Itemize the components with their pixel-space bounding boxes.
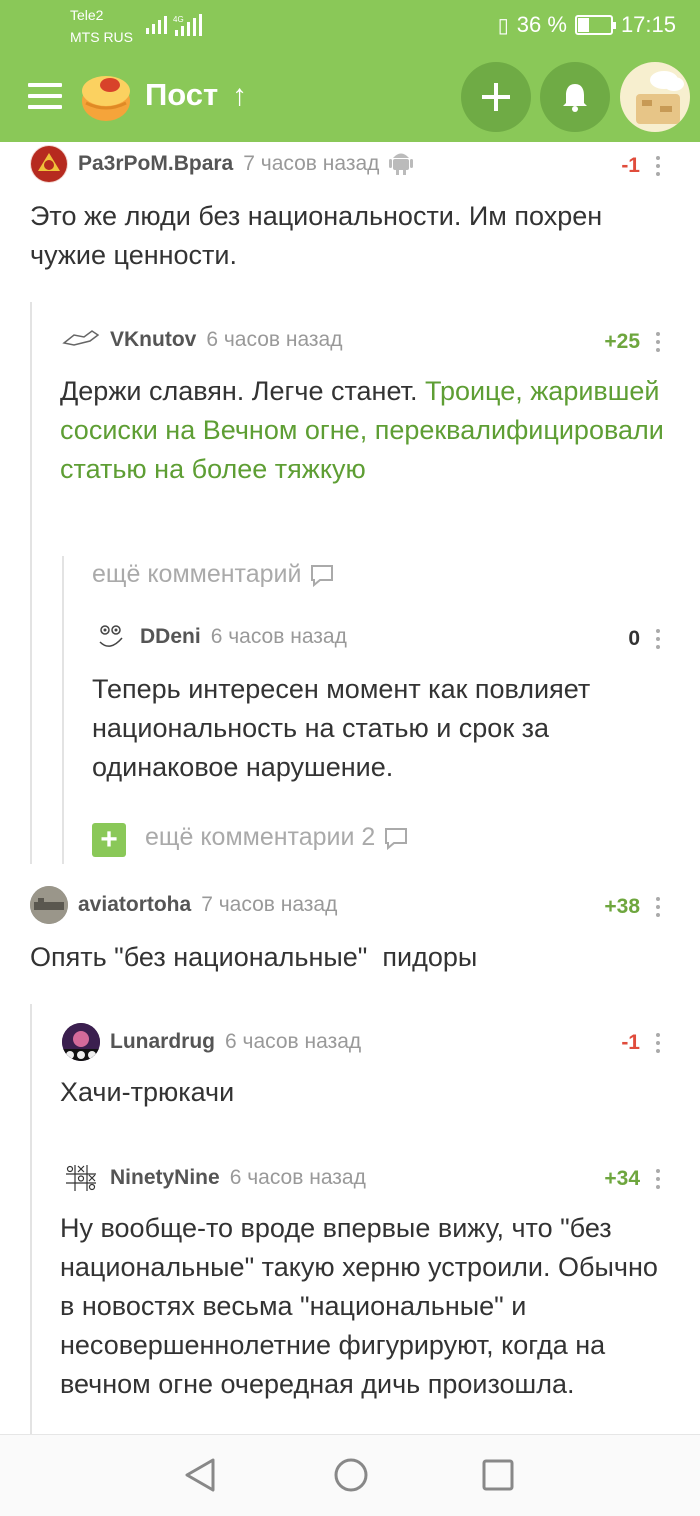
comment-time: 6 часов назад [225,1030,362,1053]
username[interactable]: aviatortoha [78,893,191,917]
more-options-icon[interactable] [656,629,662,653]
username[interactable]: Lunardrug [110,1030,215,1054]
profile-avatar[interactable] [620,62,690,132]
comment-header: DDeni 6 часов назад [92,617,347,657]
expand-plus-button[interactable]: + [92,823,126,857]
avatar[interactable] [92,618,130,656]
more-comments-link[interactable]: ещё комментарий [92,560,335,589]
comment-rating: +34 [604,1167,640,1190]
avatar[interactable] [30,145,68,183]
more-options-icon[interactable] [656,1169,662,1193]
status-right: ▯ 36 % 17:15 [498,12,676,38]
comment-time: 6 часов назад [206,328,343,351]
comment-text: Держи славян. Легче станет. Троице, жари… [60,372,670,489]
more-options-icon[interactable] [656,1033,662,1057]
comment-time: 7 часов назад [201,893,338,916]
comment-text: Ну вообще-то вроде впервые вижу, что "бе… [60,1213,658,1399]
comment-rating: -1 [621,1031,640,1054]
thread-line [62,556,64,864]
app-bar: Пост ↑ [0,55,700,141]
battery-icon [574,15,616,35]
avatar[interactable] [62,1023,100,1061]
comment-text: Хачи-трюкачи [60,1077,235,1107]
battery-text: 36 % [516,12,567,37]
more-options-icon[interactable] [656,332,662,356]
username[interactable]: VKnutov [110,328,196,352]
comment-header: NinetyNine 6 часов назад [62,1158,366,1198]
comments-area: Pa3rPoM.Bpara 7 часов назад -1 Это же лю… [0,142,700,1434]
more-options-icon[interactable] [656,897,662,921]
more-comments-link[interactable]: ещё комментарии 2 [145,823,409,852]
signal-icon [146,14,170,34]
comment-header: VKnutov 6 часов назад [62,320,342,360]
home-circle-icon[interactable] [333,1457,369,1498]
comment-time: 6 часов назад [229,1166,366,1189]
comment-time: 6 часов назад [210,625,347,648]
comment-rating: 0 [628,627,640,650]
recents-square-icon[interactable] [482,1457,514,1498]
top-bar: Tele2 MTS RUS 4G ▯ 36 % 17:15 Пост ↑ [0,0,700,142]
scroll-up-arrow-icon[interactable]: ↑ [232,79,247,113]
clock: 17:15 [620,12,676,37]
status-bar: Tele2 MTS RUS 4G ▯ 36 % 17:15 [0,0,700,52]
avatar[interactable] [30,886,68,924]
carrier-2: MTS RUS [70,29,133,45]
add-post-button[interactable] [461,62,531,132]
comment-header: Lunardrug 6 часов назад [62,1022,361,1062]
comment-text: Это же люди без национальности. Им похре… [30,201,603,270]
comment-text: Теперь интересен момент как повлияет нац… [92,674,591,782]
hamburger-icon[interactable] [28,83,62,109]
battery-fill [577,18,590,32]
comment-text: Опять "без национальные" пидоры [30,942,478,972]
avatar[interactable] [62,1159,100,1197]
username[interactable]: NinetyNine [110,1166,220,1190]
pikabu-logo[interactable] [78,69,134,123]
notifications-button[interactable] [540,62,610,132]
android-icon [389,149,414,180]
speech-bubble-icon [385,827,408,850]
comment-header: aviatortoha 7 часов назад [30,885,337,925]
back-triangle-icon[interactable] [183,1457,217,1498]
comment-rating: +38 [604,895,640,918]
carrier-1: Tele2 [70,7,104,23]
speech-bubble-icon [311,564,334,587]
signal-4g-icon: 4G [173,14,207,36]
comment-header: Pa3rPoM.Bpara 7 часов назад [30,144,414,184]
thread-line [30,1004,32,1434]
more-comments-label: ещё комментарии 2 [145,823,376,851]
vibrate-icon: ▯ [497,14,509,37]
more-options-icon[interactable] [656,156,662,180]
more-comments-label: ещё комментарий [92,560,302,588]
system-nav-bar [0,1434,700,1516]
avatar[interactable] [62,321,100,359]
comment-rating: -1 [621,154,640,177]
comment-text-plain: Держи славян. Легче станет. [60,376,425,406]
comment-time: 7 часов назад [243,152,380,175]
thread-line [30,302,32,864]
svg-text:4G: 4G [173,15,184,24]
username[interactable]: DDeni [140,625,201,649]
comment-rating: +25 [604,330,640,353]
bell-icon [563,84,587,112]
plus-icon [482,83,510,111]
username[interactable]: Pa3rPoM.Bpara [78,152,233,176]
page-title: Пост [145,77,219,112]
